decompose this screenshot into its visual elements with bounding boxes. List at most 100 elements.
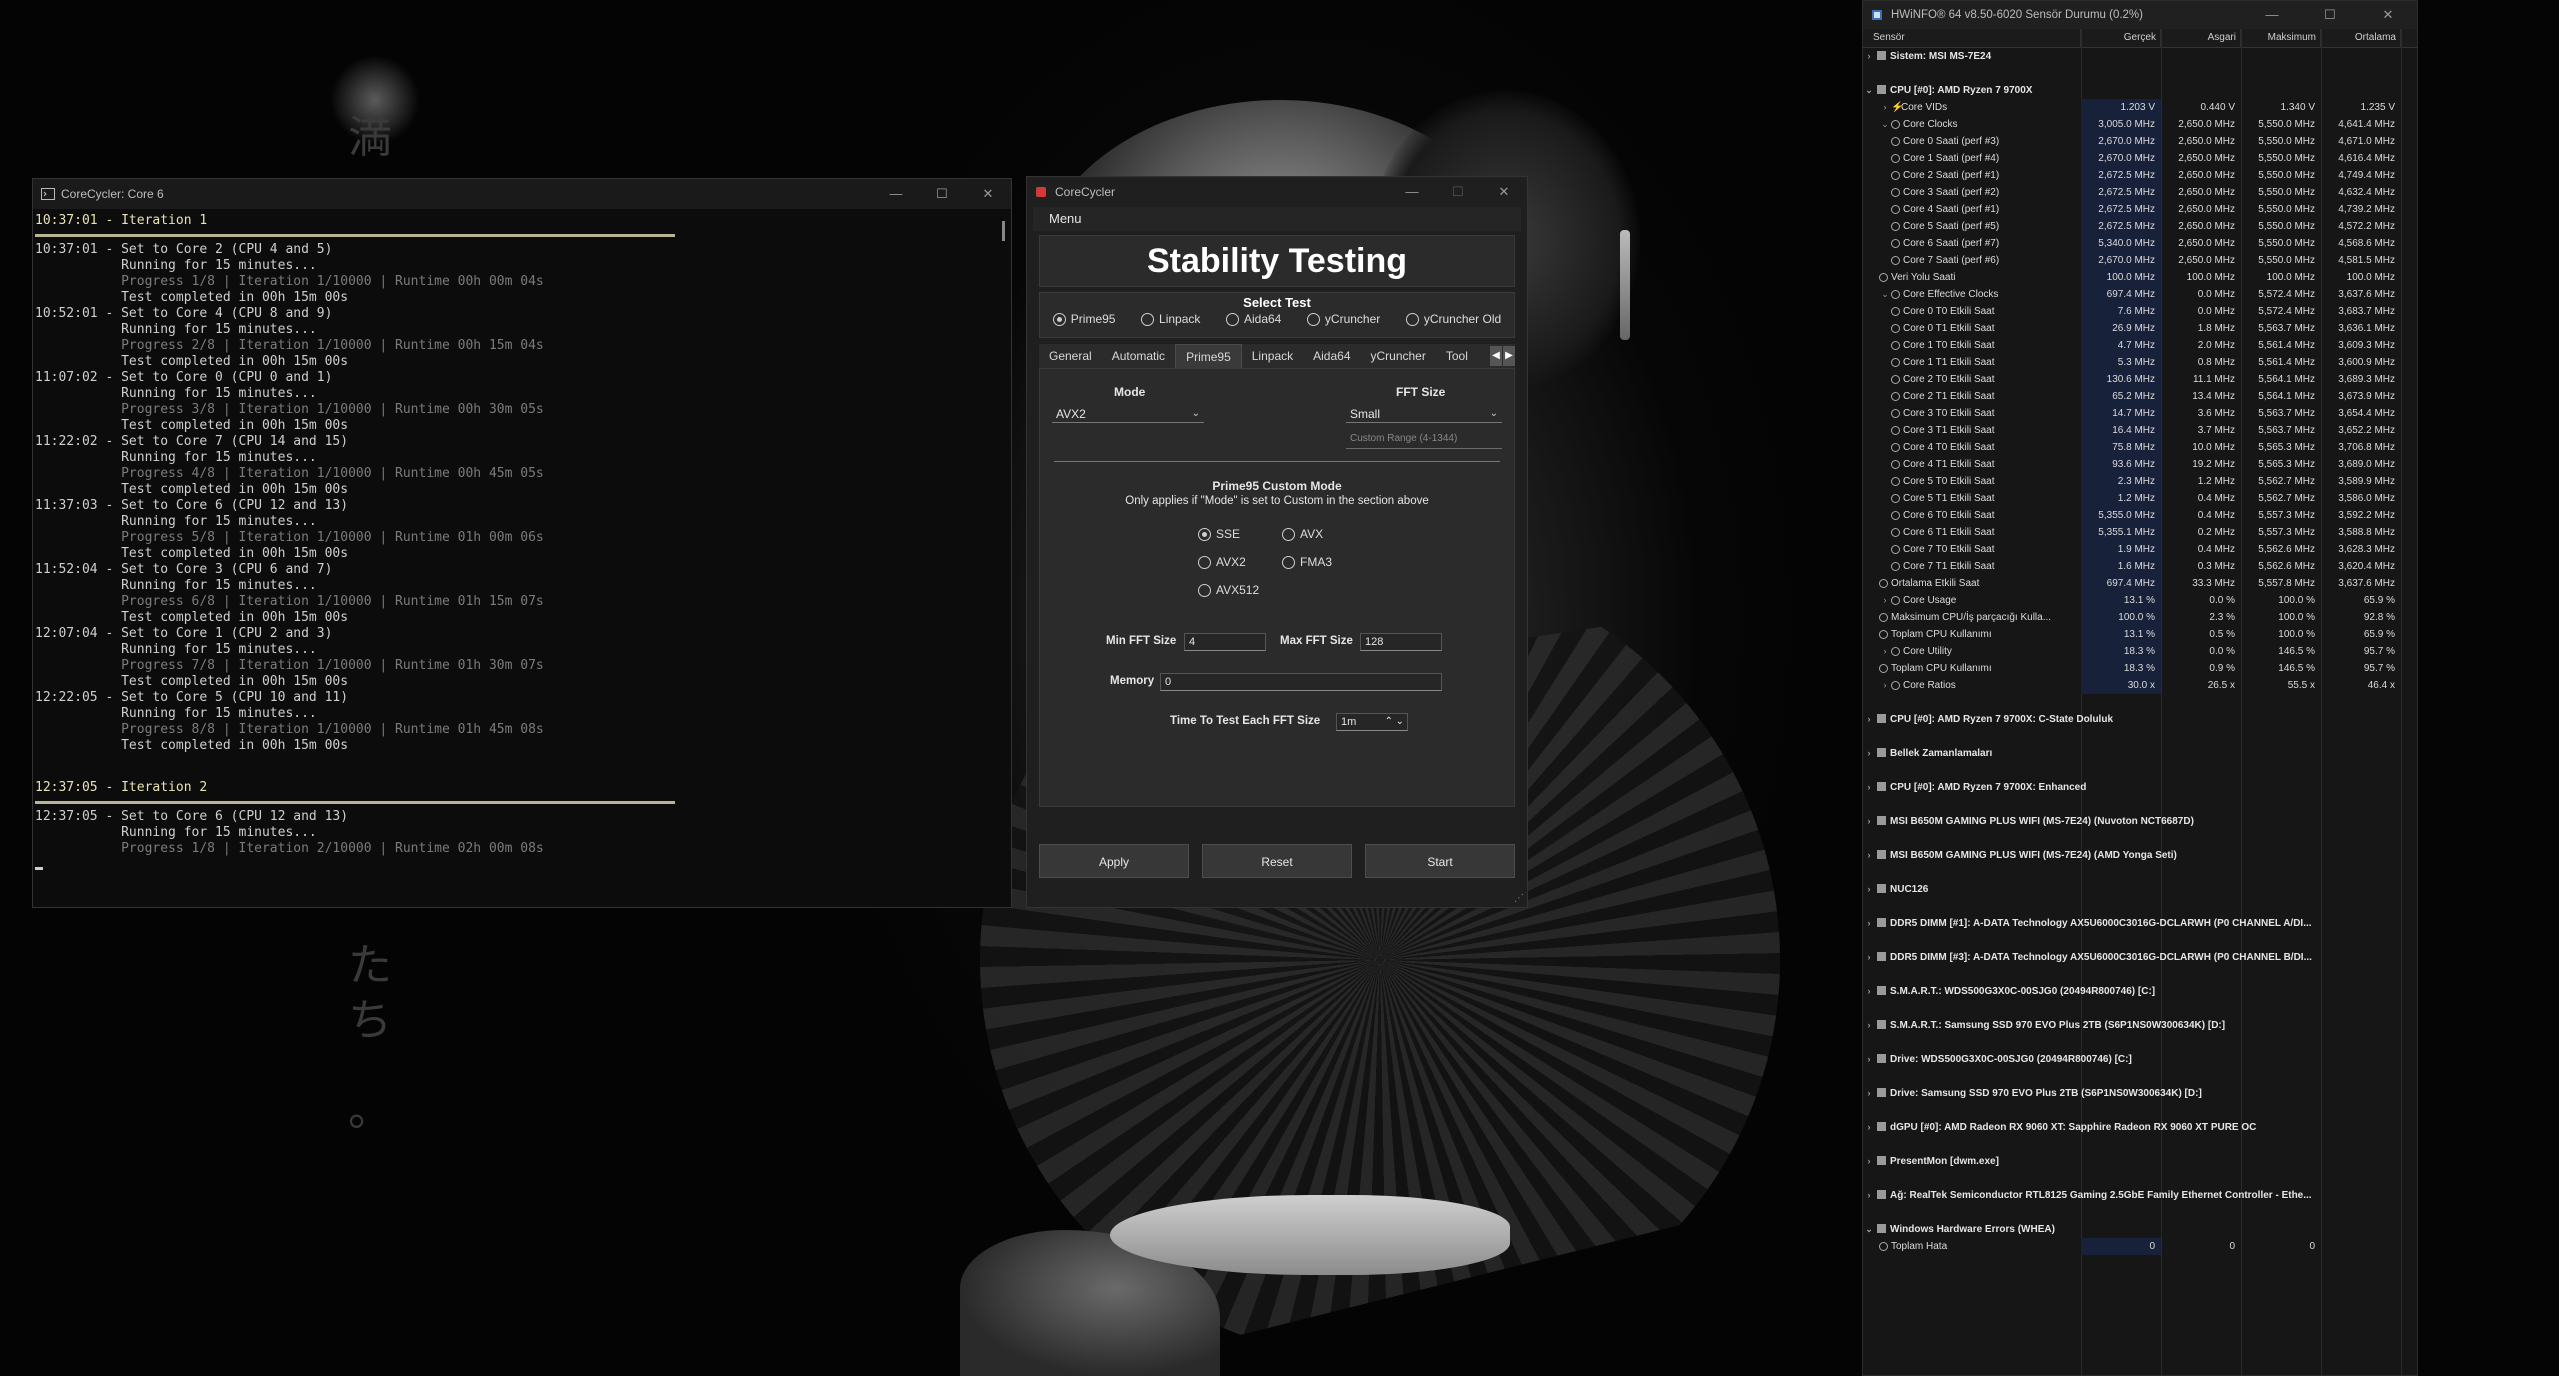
sensor-row[interactable]: Core 4 T0 Etkili Saat 75.8 MHz 10.0 MHz 5,5… bbox=[1863, 439, 2417, 456]
sensor-group-row[interactable]: › CPU [#0]: AMD Ryzen 7 9700X: Enhanced bbox=[1863, 762, 2417, 796]
sensor-row[interactable]: Core 0 Saati (perf #3) 2,670.0 MHz 2,650.0… bbox=[1863, 133, 2417, 150]
test-radio-ycruncher-old[interactable]: yCruncher Old bbox=[1405, 312, 1501, 326]
tab-prime95[interactable]: Prime95 bbox=[1175, 344, 1242, 368]
minimize-icon[interactable]: — bbox=[1389, 177, 1435, 207]
chevron-right-icon[interactable]: › bbox=[1863, 1119, 1875, 1136]
instr-radio-sse[interactable]: SSE bbox=[1198, 527, 1240, 541]
column-header-minimum[interactable]: Asgari bbox=[2161, 29, 2241, 47]
sensor-group-row[interactable]: › NUC126 bbox=[1863, 864, 2417, 898]
hwinfo-window[interactable]: HWiNFO® 64 v8.50-6020 Sensör Durumu (0.2… bbox=[1862, 0, 2418, 1376]
sensor-row[interactable]: Ortalama Etkili Saat 697.4 MHz 33.3 MHz 5,5… bbox=[1863, 575, 2417, 592]
resize-grip-icon[interactable]: ⋰ bbox=[1514, 893, 1524, 904]
corecycler-window[interactable]: CoreCycler — ☐ ✕ Menu Stability Testing … bbox=[1026, 176, 1528, 908]
tab-scroll-left-icon[interactable]: ◀ bbox=[1490, 346, 1502, 366]
chevron-right-icon[interactable]: › bbox=[1863, 1051, 1875, 1068]
sensor-row[interactable]: ⌄ Core Effective Clocks 697.4 MHz 0.0 MHz 5,… bbox=[1863, 286, 2417, 303]
column-header-sensor[interactable]: Sensör bbox=[1863, 29, 2081, 47]
maximize-icon[interactable]: ☐ bbox=[919, 179, 965, 209]
hwinfo-titlebar[interactable]: HWiNFO® 64 v8.50-6020 Sensör Durumu (0.2… bbox=[1863, 1, 2417, 29]
memory-input[interactable]: 0 bbox=[1160, 673, 1442, 691]
sensor-row[interactable]: › ⚡Core VIDs 1.203 V 0.440 V 1.340 V 1.235 V bbox=[1863, 99, 2417, 116]
sensor-row[interactable]: Core 7 T1 Etkili Saat 1.6 MHz 0.3 MHz 5,562… bbox=[1863, 558, 2417, 575]
sensor-row[interactable]: Core 5 T0 Etkili Saat 2.3 MHz 1.2 MHz 5,562… bbox=[1863, 473, 2417, 490]
sensor-group-row[interactable]: ⌄ CPU [#0]: AMD Ryzen 7 9700X bbox=[1863, 65, 2417, 99]
sensor-row[interactable]: Core 6 Saati (perf #7) 5,340.0 MHz 2,650.0… bbox=[1863, 235, 2417, 252]
sensor-row[interactable]: Toplam CPU Kullanımı 13.1 % 0.5 % 100.0 % 65… bbox=[1863, 626, 2417, 643]
chevron-right-icon[interactable]: › bbox=[1863, 745, 1875, 762]
maximize-icon[interactable]: ☐ bbox=[2301, 1, 2359, 29]
chevron-down-icon[interactable]: ⌄ bbox=[1879, 116, 1891, 133]
chevron-right-icon[interactable]: › bbox=[1863, 1017, 1875, 1034]
sensor-row[interactable]: Core 7 Saati (perf #6) 2,670.0 MHz 2,650.0… bbox=[1863, 252, 2417, 269]
sensor-row[interactable]: Core 3 Saati (perf #2) 2,672.5 MHz 2,650.0… bbox=[1863, 184, 2417, 201]
sensor-row[interactable]: Core 6 T0 Etkili Saat 5,355.0 MHz 0.4 MHz 5… bbox=[1863, 507, 2417, 524]
sensor-group-row[interactable]: › Drive: Samsung SSD 970 EVO Plus 2TB (S6… bbox=[1863, 1068, 2417, 1102]
sensor-row[interactable]: Core 2 Saati (perf #1) 2,672.5 MHz 2,650.0… bbox=[1863, 167, 2417, 184]
sensor-row[interactable]: Core 3 T1 Etkili Saat 16.4 MHz 3.7 MHz 5,56… bbox=[1863, 422, 2417, 439]
sensor-row[interactable]: Core 4 T1 Etkili Saat 93.6 MHz 19.2 MHz 5,5… bbox=[1863, 456, 2417, 473]
minimize-icon[interactable]: — bbox=[2243, 1, 2301, 29]
column-header-maximum[interactable]: Maksimum bbox=[2241, 29, 2321, 47]
instr-radio-avx512[interactable]: AVX512 bbox=[1198, 583, 1259, 597]
chevron-right-icon[interactable]: › bbox=[1863, 949, 1875, 966]
column-header-average[interactable]: Ortalama bbox=[2321, 29, 2401, 47]
chevron-right-icon[interactable]: › bbox=[1863, 847, 1875, 864]
sensor-group-row[interactable]: › S.M.A.R.T.: Samsung SSD 970 EVO Plus 2T… bbox=[1863, 1000, 2417, 1034]
chevron-right-icon[interactable]: › bbox=[1879, 592, 1891, 609]
test-radio-linpack[interactable]: Linpack bbox=[1141, 312, 1200, 326]
sensor-group-row[interactable]: ⌄ Windows Hardware Errors (WHEA) bbox=[1863, 1204, 2417, 1238]
mode-select[interactable]: AVX2 ⌄ bbox=[1052, 405, 1204, 423]
sensor-row[interactable]: › Core Ratios 30.0 x 26.5 x 55.5 x 46.4 x bbox=[1863, 677, 2417, 694]
close-icon[interactable]: ✕ bbox=[1481, 177, 1527, 207]
sensor-row[interactable]: Core 1 Saati (perf #4) 2,670.0 MHz 2,650.0… bbox=[1863, 150, 2417, 167]
sensor-row[interactable]: › Core Usage 13.1 % 0.0 % 100.0 % 65.9 % bbox=[1863, 592, 2417, 609]
sensor-group-row[interactable]: › PresentMon [dwm.exe] bbox=[1863, 1136, 2417, 1170]
column-header-current[interactable]: Gerçek bbox=[2081, 29, 2161, 47]
sensor-group-row[interactable]: › Drive: WDS500G3X0C-00SJG0 (20494R800746… bbox=[1863, 1034, 2417, 1068]
sensor-group-row[interactable]: › Ağ: RealTek Semiconductor RTL8125 Gamin… bbox=[1863, 1170, 2417, 1204]
corecycler-titlebar[interactable]: CoreCycler — ☐ ✕ bbox=[1027, 177, 1527, 207]
apply-button[interactable]: Apply bbox=[1039, 844, 1189, 878]
maximize-icon[interactable]: ☐ bbox=[1435, 177, 1481, 207]
tab-ycruncher[interactable]: yCruncher bbox=[1361, 344, 1436, 368]
chevron-right-icon[interactable]: › bbox=[1863, 1085, 1875, 1102]
chevron-right-icon[interactable]: › bbox=[1879, 643, 1891, 660]
chevron-right-icon[interactable]: › bbox=[1863, 813, 1875, 830]
sensor-row[interactable]: Core 4 Saati (perf #1) 2,672.5 MHz 2,650.0… bbox=[1863, 201, 2417, 218]
tab-linpack[interactable]: Linpack bbox=[1242, 344, 1303, 368]
menu-button[interactable]: Menu bbox=[1033, 207, 1521, 231]
min-fft-input[interactable]: 4 bbox=[1184, 633, 1266, 651]
tab-scroll-right-icon[interactable]: ▶ bbox=[1503, 346, 1515, 366]
chevron-right-icon[interactable]: › bbox=[1863, 779, 1875, 796]
sensor-row[interactable]: Veri Yolu Saati 100.0 MHz 100.0 MHz 100.0 M… bbox=[1863, 269, 2417, 286]
tab-automatic[interactable]: Automatic bbox=[1102, 344, 1175, 368]
test-radio-ycruncher[interactable]: yCruncher bbox=[1306, 312, 1380, 326]
chevron-down-icon[interactable]: ⌄ bbox=[1396, 714, 1404, 730]
time-per-fft-spinbox[interactable]: 1m ⌃ ⌄ bbox=[1336, 713, 1408, 731]
sensor-row[interactable]: Core 1 T0 Etkili Saat 4.7 MHz 2.0 MHz 5,561… bbox=[1863, 337, 2417, 354]
test-radio-prime95[interactable]: Prime95 bbox=[1052, 312, 1115, 326]
instr-radio-avx[interactable]: AVX bbox=[1282, 527, 1323, 541]
sensor-group-row[interactable]: › DDR5 DIMM [#1]: A-DATA Technology AX5U6… bbox=[1863, 898, 2417, 932]
chevron-right-icon[interactable]: › bbox=[1863, 881, 1875, 898]
chevron-right-icon[interactable]: › bbox=[1863, 915, 1875, 932]
sensor-row[interactable]: Core 5 Saati (perf #5) 2,672.5 MHz 2,650.0… bbox=[1863, 218, 2417, 235]
tab-tool[interactable]: Tool bbox=[1436, 344, 1478, 368]
start-button[interactable]: Start bbox=[1365, 844, 1515, 878]
chevron-right-icon[interactable]: › bbox=[1863, 711, 1875, 728]
chevron-right-icon[interactable]: › bbox=[1863, 983, 1875, 1000]
sensor-row[interactable]: Core 2 T1 Etkili Saat 65.2 MHz 13.4 MHz 5,5… bbox=[1863, 388, 2417, 405]
close-icon[interactable]: ✕ bbox=[965, 179, 1011, 209]
chevron-right-icon[interactable]: › bbox=[1879, 677, 1891, 694]
chevron-right-icon[interactable]: › bbox=[1863, 48, 1875, 65]
sensor-row[interactable]: Core 0 T1 Etkili Saat 26.9 MHz 1.8 MHz 5,56… bbox=[1863, 320, 2417, 337]
sensor-group-row[interactable]: › CPU [#0]: AMD Ryzen 7 9700X: C-State Do… bbox=[1863, 694, 2417, 728]
close-icon[interactable]: ✕ bbox=[2359, 1, 2417, 29]
max-fft-input[interactable]: 128 bbox=[1360, 633, 1442, 651]
tab-general[interactable]: General bbox=[1039, 344, 1102, 368]
instr-radio-fma3[interactable]: FMA3 bbox=[1282, 555, 1332, 569]
sensor-group-row[interactable]: › dGPU [#0]: AMD Radeon RX 9060 XT: Sapph… bbox=[1863, 1102, 2417, 1136]
sensor-group-row[interactable]: › Bellek Zamanlamaları bbox=[1863, 728, 2417, 762]
sensor-row[interactable]: › Core Utility 18.3 % 0.0 % 146.5 % 95.7 % bbox=[1863, 643, 2417, 660]
chevron-right-icon[interactable]: › bbox=[1863, 1153, 1875, 1170]
